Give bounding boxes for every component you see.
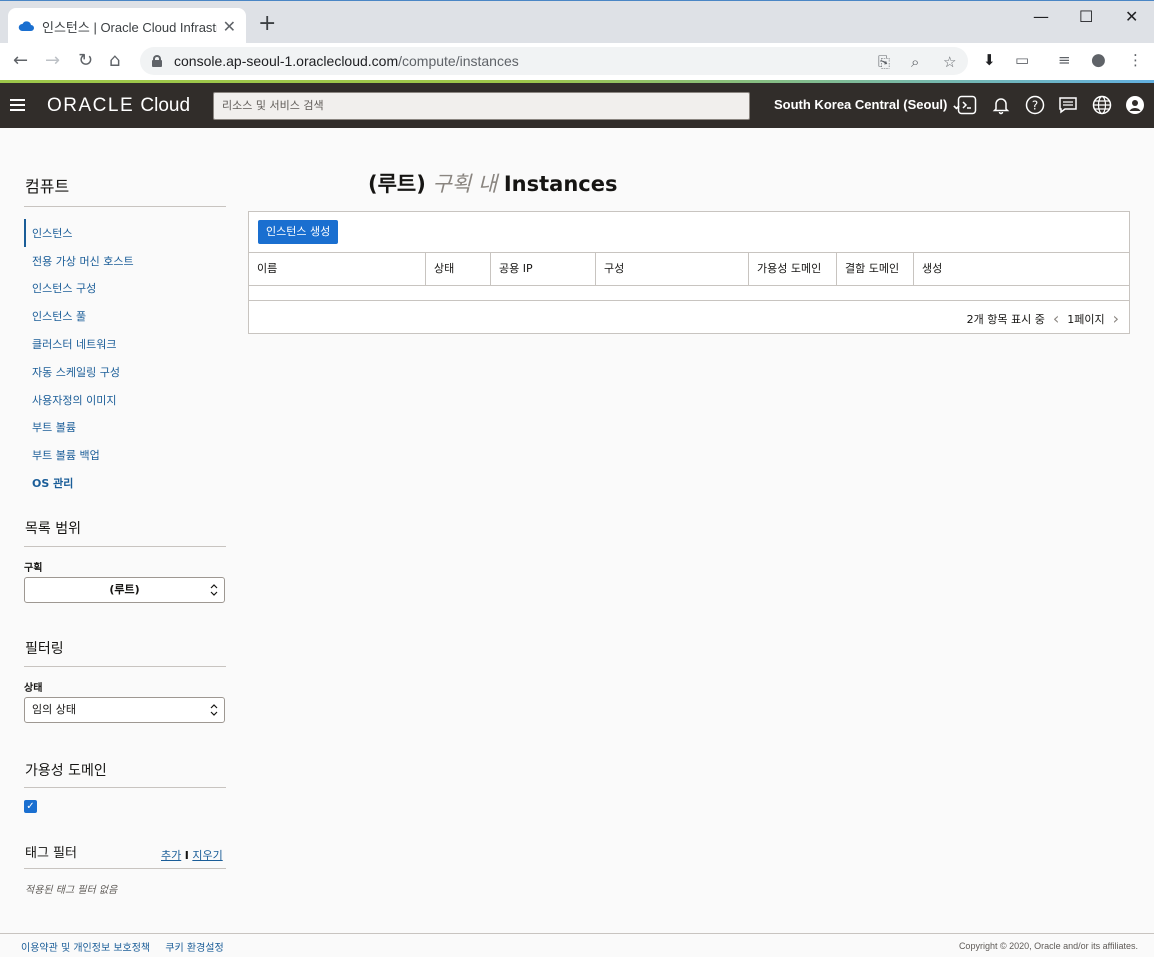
media-icon[interactable]: ≡ <box>1058 51 1071 69</box>
zoom-icon[interactable]: ⌕ <box>911 53 919 71</box>
column-header-state[interactable]: 상태 <box>426 253 491 285</box>
home-icon[interactable]: ⌂ <box>109 51 120 71</box>
select-arrows-icon <box>210 582 218 598</box>
url-text: console.ap-seoul-1.oraclecloud.com/compu… <box>174 53 519 69</box>
divider <box>24 868 226 869</box>
tab-title: 인스턴스 | Oracle Cloud Infrastru <box>42 19 217 35</box>
reload-icon[interactable]: ↻ <box>78 51 93 71</box>
compartment-label: 구획 <box>24 563 43 574</box>
column-header-availability-domain[interactable]: 가용성 도메인 <box>749 253 837 285</box>
sidebar-section-title: 컴퓨트 <box>25 177 70 196</box>
cookie-preferences-link[interactable]: 쿠키 환경설정 <box>165 943 223 954</box>
sidebar-item-boot-volume-backups[interactable]: 부트 볼륨 백업 <box>24 441 226 469</box>
browser-toolbar: ← → ↻ ⌂ console.ap-seoul-1.oraclecloud.c… <box>0 43 1154 80</box>
availability-domain-title: 가용성 도메인 <box>25 763 107 779</box>
address-bar[interactable]: console.ap-seoul-1.oraclecloud.com/compu… <box>140 47 968 75</box>
lock-icon <box>152 55 162 67</box>
bookmark-star-icon[interactable]: ☆ <box>943 53 956 71</box>
previous-page-icon[interactable]: ‹ <box>1053 309 1059 328</box>
svg-text:?: ? <box>1032 99 1038 113</box>
back-icon[interactable]: ← <box>13 51 28 71</box>
profile-icon[interactable]: ● <box>1091 50 1106 70</box>
region-selector[interactable]: South Korea Central (Seoul) ⌄ <box>774 97 962 113</box>
help-icon[interactable]: ? <box>1025 95 1045 115</box>
divider <box>24 666 226 667</box>
sidebar-item-boot-volumes[interactable]: 부트 볼륨 <box>24 414 226 442</box>
pager-page: 1페이지 <box>1067 312 1105 326</box>
maximize-icon[interactable]: ☐ <box>1079 7 1093 26</box>
sidebar-item-cluster-networks[interactable]: 클러스터 네트워크 <box>24 330 226 358</box>
terms-privacy-link[interactable]: 이용약관 및 개인정보 보호정책 <box>21 943 150 954</box>
list-scope-title: 목록 범위 <box>25 521 81 537</box>
sidebar-item-custom-images[interactable]: 사용자정의 이미지 <box>24 386 226 414</box>
tag-filter-title: 태그 필터 <box>25 846 77 861</box>
close-window-icon[interactable]: ✕ <box>1125 7 1138 26</box>
table-header: 이름 상태 공용 IP 구성 가용성 도메인 결함 도메인 생성 <box>249 252 1129 286</box>
next-page-icon[interactable]: › <box>1113 309 1119 328</box>
oracle-cloud-logo[interactable]: ORACLE Cloud <box>47 95 190 117</box>
select-arrows-icon <box>210 702 218 718</box>
column-header-name[interactable]: 이름 <box>249 253 426 285</box>
tag-filter-links: 추가 I 지우기 <box>161 849 223 862</box>
sidebar-nav: 인스턴스 전용 가상 머신 호스트 인스턴스 구성 인스턴스 풀 클러스터 네트… <box>24 219 226 497</box>
sidebar-item-os-management[interactable]: OS 관리 <box>24 469 226 497</box>
column-header-shape[interactable]: 구성 <box>596 253 749 285</box>
divider <box>24 206 226 207</box>
state-select[interactable]: 임의 상태 <box>24 697 225 723</box>
page-title: (루트) 구획 내 Instances <box>368 172 618 196</box>
column-header-fault-domain[interactable]: 결함 도메인 <box>837 253 914 285</box>
no-tag-filters-text: 적용된 태그 필터 없음 <box>25 885 118 896</box>
divider <box>24 787 226 788</box>
browser-tab[interactable]: 인스턴스 | Oracle Cloud Infrastru ✕ <box>8 8 246 44</box>
sidebar-item-instance-configurations[interactable]: 인스턴스 구성 <box>24 275 226 303</box>
tab-close-icon[interactable]: ✕ <box>223 17 236 36</box>
browser-menu-icon[interactable]: ⋮ <box>1128 51 1143 69</box>
compartment-select[interactable]: (루트) <box>24 577 225 603</box>
resource-search-input[interactable]: 리소스 및 서비스 검색 <box>213 92 750 120</box>
column-header-public-ip[interactable]: 공용 IP <box>491 253 596 285</box>
sidebar-item-instance-pools[interactable]: 인스턴스 풀 <box>24 302 226 330</box>
pager-count: 2개 항목 표시 중 <box>966 312 1045 326</box>
notifications-bell-icon[interactable] <box>991 95 1011 115</box>
clear-tag-filter-link[interactable]: 지우기 <box>192 849 222 862</box>
filter-title: 필터링 <box>25 641 64 657</box>
extension-download-icon[interactable]: ⬇ <box>983 51 996 69</box>
availability-domain-checkbox[interactable]: ✓ <box>24 800 37 813</box>
minimize-icon[interactable]: — <box>1033 7 1049 26</box>
add-tag-filter-link[interactable]: 추가 <box>161 849 181 862</box>
create-instance-button[interactable]: 인스턴스 생성 <box>258 220 339 244</box>
oracle-cloud-favicon-icon <box>18 18 34 34</box>
sidebar-item-dedicated-vm-hosts[interactable]: 전용 가상 머신 호스트 <box>24 247 226 275</box>
state-label: 상태 <box>24 683 43 694</box>
sidebar-item-autoscaling[interactable]: 자동 스케일링 구성 <box>24 358 226 386</box>
extension-cast-icon[interactable]: ▭ <box>1015 51 1029 69</box>
language-globe-icon[interactable] <box>1092 95 1112 115</box>
oci-header: ORACLE Cloud 리소스 및 서비스 검색 South Korea Ce… <box>0 83 1154 128</box>
table-row <box>249 286 1129 301</box>
page-footer: 이용약관 및 개인정보 보호정책 쿠키 환경설정 Copyright © 202… <box>0 933 1154 957</box>
sidebar-item-instances[interactable]: 인스턴스 <box>24 219 226 247</box>
cloud-shell-icon[interactable] <box>957 95 977 115</box>
translate-icon[interactable]: ⎘ <box>878 53 890 71</box>
browser-tabbar: 인스턴스 | Oracle Cloud Infrastru ✕ + — ☐ ✕ <box>0 0 1154 44</box>
feedback-chat-icon[interactable] <box>1058 95 1078 115</box>
copyright-text: Copyright © 2020, Oracle and/or its affi… <box>958 941 1138 951</box>
new-tab-button[interactable]: + <box>258 13 276 35</box>
forward-icon[interactable]: → <box>45 51 60 71</box>
column-header-created[interactable]: 생성 <box>914 253 1129 285</box>
divider <box>24 546 226 547</box>
instances-table-panel: 인스턴스 생성 이름 상태 공용 IP 구성 가용성 도메인 결함 도메인 생성… <box>248 211 1130 334</box>
user-profile-icon[interactable] <box>1125 95 1145 115</box>
menu-hamburger-icon[interactable] <box>10 99 25 111</box>
pagination: 2개 항목 표시 중 ‹ 1페이지 › <box>967 309 1119 328</box>
